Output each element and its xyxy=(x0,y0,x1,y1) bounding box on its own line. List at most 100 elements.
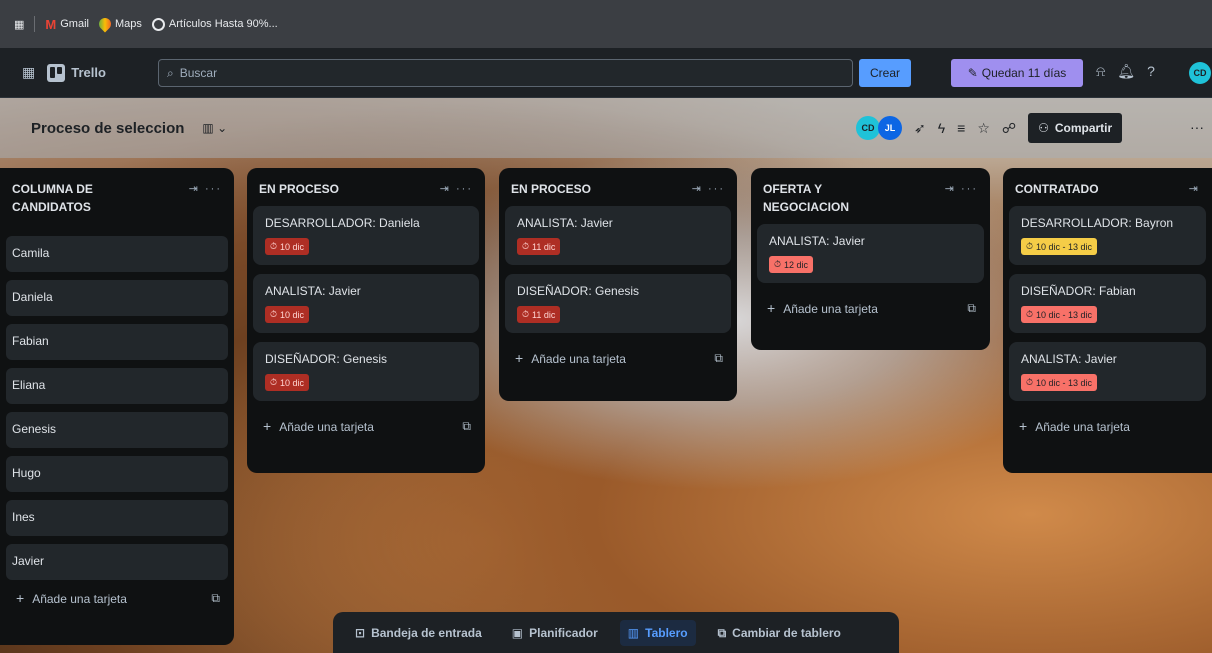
list-card[interactable]: DISEÑADOR: Genesis ⏱ 10 dic xyxy=(253,342,479,401)
inbox-tab[interactable]: ⊡ Bandeja de entrada xyxy=(347,620,490,646)
list-contratado: CONTRATADO ⇥ DESARROLLADOR: Bayron ⏱ 10 d… xyxy=(1003,168,1212,473)
board-label: Tablero xyxy=(645,626,688,640)
list-card[interactable]: Javier xyxy=(6,544,228,580)
list-actions-icon[interactable]: ⇥ ··· xyxy=(189,180,222,216)
list-title[interactable]: EN PROCESO xyxy=(259,180,339,198)
card-title: DISEÑADOR: Genesis xyxy=(517,284,640,298)
list-title[interactable]: EN PROCESO xyxy=(511,180,591,198)
template-icon[interactable]: ⧉ xyxy=(967,301,976,316)
list-card[interactable]: ANALISTA: Javier ⏱ 11 dic xyxy=(505,206,731,265)
list-title[interactable]: COLUMNA DE CANDIDATOS xyxy=(12,180,122,216)
due-date-badge[interactable]: ⏱ 10 dic xyxy=(265,374,310,391)
search-input[interactable]: ⌕ Buscar xyxy=(158,59,853,87)
trial-button[interactable]: ✎ Quedan 11 días xyxy=(951,59,1083,87)
board-canvas: Proceso de seleccion ▥ ⌄ CD JL ➶ ϟ ≡ ☆ ☍… xyxy=(0,98,1212,653)
card-title: DESARROLLADOR: Daniela xyxy=(265,216,420,230)
board-title[interactable]: Proceso de seleccion xyxy=(31,120,184,137)
clock-icon: ⏱ xyxy=(270,241,278,251)
rocket-icon[interactable]: ➶ xyxy=(914,120,926,137)
add-person-icon: ⚇ xyxy=(1038,121,1049,135)
list-actions-icon[interactable]: ⇥ xyxy=(1189,180,1200,198)
add-card-button[interactable]: + Añade una tarjeta ⧉ xyxy=(253,410,479,446)
due-date-badge[interactable]: ⏱ 10 dic - 13 dic xyxy=(1021,374,1098,391)
clock-icon: ⏱ xyxy=(774,259,782,269)
star-icon[interactable]: ☆ xyxy=(977,120,990,137)
bell-icon[interactable]: 🔔︎ xyxy=(1117,63,1135,80)
divider xyxy=(34,16,36,32)
filter-icon[interactable]: ≡ xyxy=(957,120,965,136)
inbox-label: Bandeja de entrada xyxy=(371,626,482,640)
list-card[interactable]: Camila xyxy=(6,236,228,272)
member-avatar[interactable]: JL xyxy=(878,116,902,140)
board-view-switcher[interactable]: ▥ ⌄ xyxy=(202,121,227,135)
maps-icon xyxy=(96,15,114,33)
template-icon[interactable]: ⧉ xyxy=(714,351,723,366)
list-header: CONTRATADO ⇥ xyxy=(1009,168,1206,206)
due-date-badge[interactable]: ⏱ 11 dic xyxy=(517,238,561,255)
list-title[interactable]: CONTRATADO xyxy=(1015,180,1099,198)
due-date: 10 dic - 13 dic xyxy=(1036,241,1093,252)
trello-topnav: ▦ Trello ⌕ Buscar Crear ✎ Quedan 11 días… xyxy=(0,48,1212,98)
apps-grid-icon[interactable]: ▦ xyxy=(14,18,24,31)
list-candidatos: COLUMNA DE CANDIDATOS ⇥ ··· Camila Danie… xyxy=(0,168,234,645)
list-card[interactable]: DISEÑADOR: Fabian ⏱ 10 dic - 13 dic xyxy=(1009,274,1206,333)
add-card-button[interactable]: + Añade una tarjeta xyxy=(1009,410,1206,446)
board-tab[interactable]: ▥ Tablero xyxy=(619,620,696,646)
list-card[interactable]: Daniela xyxy=(6,280,228,316)
megaphone-icon[interactable]: ⍾ xyxy=(1096,63,1105,80)
list-title[interactable]: OFERTA Y NEGOCIACION xyxy=(763,180,873,216)
board-icon: ▥ xyxy=(627,626,640,640)
clock-icon: ⏱ xyxy=(522,241,530,251)
add-card-label: Añade una tarjeta xyxy=(1035,420,1130,434)
more-icon[interactable]: ··· xyxy=(1190,119,1204,135)
list-actions-icon[interactable]: ⇥ ··· xyxy=(440,180,473,198)
list-card[interactable]: Fabian xyxy=(6,324,228,360)
list-card[interactable]: ANALISTA: Javier ⏱ 10 dic xyxy=(253,274,479,333)
bookmark-maps[interactable]: Maps xyxy=(96,15,142,33)
clock-icon: ⏱ xyxy=(270,309,278,319)
globe-icon xyxy=(151,17,165,31)
add-card-button[interactable]: + Añade una tarjeta ⧉ xyxy=(6,588,228,618)
switch-board-tab[interactable]: ⧉ Cambiar de tablero xyxy=(710,620,849,647)
due-date-badge[interactable]: ⏱ 12 dic xyxy=(769,256,814,273)
planner-tab[interactable]: ▣ Planificador xyxy=(504,620,606,646)
list-card[interactable]: ANALISTA: Javier ⏱ 10 dic - 13 dic xyxy=(1009,342,1206,401)
app-switcher-icon[interactable]: ▦ xyxy=(22,64,35,81)
share-button[interactable]: ⚇ Compartir xyxy=(1028,113,1123,143)
list-oferta: OFERTA Y NEGOCIACION ⇥ ··· ANALISTA: Jav… xyxy=(751,168,990,350)
list-card[interactable]: Hugo xyxy=(6,456,228,492)
bookmark-gmail[interactable]: M Gmail xyxy=(45,17,89,32)
template-icon[interactable]: ⧉ xyxy=(211,591,220,606)
add-card-label: Añade una tarjeta xyxy=(32,592,127,606)
bookmark-label: Maps xyxy=(114,18,142,30)
user-avatar[interactable]: CD xyxy=(1189,62,1211,84)
due-date: 11 dic xyxy=(532,309,556,320)
list-card[interactable]: Genesis xyxy=(6,412,228,448)
list-card[interactable]: Eliana xyxy=(6,368,228,404)
due-date-badge[interactable]: ⏱ 10 dic - 13 dic xyxy=(1021,306,1098,323)
bookmark-articulos[interactable]: Artículos Hasta 90%... xyxy=(151,17,278,31)
add-card-button[interactable]: + Añade una tarjeta ⧉ xyxy=(505,342,731,378)
list-card[interactable]: DESARROLLADOR: Daniela ⏱ 10 dic xyxy=(253,206,479,265)
planner-label: Planificador xyxy=(529,626,598,640)
list-header: EN PROCESO ⇥ ··· xyxy=(505,168,731,206)
template-icon[interactable]: ⧉ xyxy=(462,419,471,434)
due-date-badge[interactable]: ⏱ 11 dic xyxy=(517,306,561,323)
view-switcher: ⊡ Bandeja de entrada ▣ Planificador ▥ Ta… xyxy=(333,612,899,653)
add-card-button[interactable]: + Añade una tarjeta ⧉ xyxy=(757,292,984,328)
list-card[interactable]: ANALISTA: Javier ⏱ 12 dic xyxy=(757,224,984,283)
lightning-icon[interactable]: ϟ xyxy=(938,120,945,136)
list-card[interactable]: DISEÑADOR: Genesis ⏱ 11 dic xyxy=(505,274,731,333)
trello-logo[interactable]: Trello xyxy=(47,63,106,82)
list-actions-icon[interactable]: ⇥ ··· xyxy=(692,180,725,198)
due-date-badge[interactable]: ⏱ 10 dic xyxy=(265,238,310,255)
list-actions-icon[interactable]: ⇥ ··· xyxy=(945,180,978,216)
list-card[interactable]: DESARROLLADOR: Bayron ⏱ 10 dic - 13 dic xyxy=(1009,206,1206,265)
member-avatar[interactable]: CD xyxy=(856,116,880,140)
due-date-badge[interactable]: ⏱ 10 dic xyxy=(265,306,310,323)
help-icon[interactable]: ? xyxy=(1147,63,1155,80)
visibility-icon[interactable]: ☍ xyxy=(1002,120,1016,137)
list-card[interactable]: Ines xyxy=(6,500,228,536)
create-button[interactable]: Crear xyxy=(859,59,911,87)
due-date-badge[interactable]: ⏱ 10 dic - 13 dic xyxy=(1021,238,1098,255)
